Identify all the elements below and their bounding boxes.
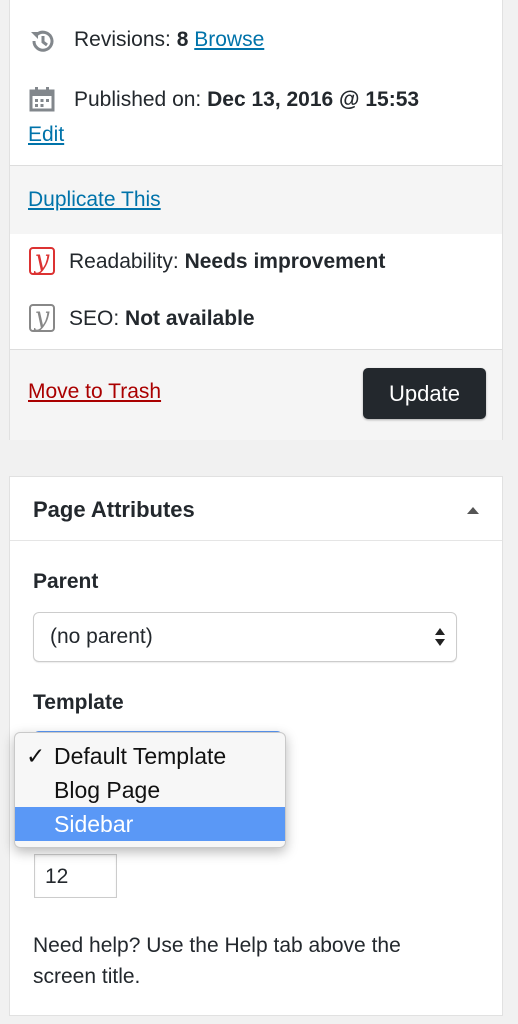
template-option-blog-page[interactable]: Blog Page bbox=[15, 773, 285, 807]
published-date: Dec 13, 2016 @ 15:53 bbox=[207, 88, 420, 111]
order-input[interactable]: 12 bbox=[34, 854, 117, 898]
parent-select-value: (no parent) bbox=[50, 625, 153, 648]
edit-date-link[interactable]: Edit bbox=[28, 123, 64, 147]
page-attributes-header[interactable]: Page Attributes bbox=[10, 477, 502, 541]
seo-yoast-icon: y bbox=[29, 304, 55, 332]
parent-select[interactable]: (no parent) bbox=[33, 612, 457, 662]
readability-value: Needs improvement bbox=[184, 250, 386, 273]
help-text: Need help? Use the Help tab above the sc… bbox=[33, 930, 401, 992]
browse-revisions-link[interactable]: Browse bbox=[194, 28, 264, 51]
readability-row: Readability: Needs improvement bbox=[69, 250, 385, 274]
collapse-toggle-icon[interactable] bbox=[465, 504, 481, 516]
calendar-icon bbox=[29, 87, 55, 112]
duplicate-this-link[interactable]: Duplicate This bbox=[28, 188, 161, 212]
order-input-value: 12 bbox=[45, 865, 69, 888]
published-row: Published on: Dec 13, 2016 @ 15:53 bbox=[74, 88, 419, 112]
select-arrows-icon bbox=[435, 628, 445, 646]
seo-row: SEO: Not available bbox=[69, 307, 255, 331]
readability-yoast-icon: y bbox=[29, 247, 55, 275]
move-to-trash-link[interactable]: Move to Trash bbox=[28, 380, 161, 404]
revisions-history-icon bbox=[31, 30, 54, 52]
help-text-line-1: Need help? Use the Help tab above the bbox=[33, 934, 401, 957]
template-option-sidebar[interactable]: Sidebar bbox=[15, 807, 285, 841]
revisions-label: Revisions: bbox=[74, 28, 171, 51]
template-option-label: Default Template bbox=[54, 743, 227, 769]
duplicate-section: Duplicate This bbox=[10, 165, 502, 234]
update-button[interactable]: Update bbox=[363, 368, 486, 419]
seo-value: Not available bbox=[125, 307, 255, 330]
template-option-label: Blog Page bbox=[54, 777, 161, 803]
template-option-label: Sidebar bbox=[54, 811, 134, 837]
page-attributes-title: Page Attributes bbox=[33, 497, 195, 522]
help-text-line-2: screen title. bbox=[33, 965, 141, 988]
revisions-row: Revisions: 8 Browse bbox=[74, 28, 264, 52]
seo-label: SEO: bbox=[69, 307, 120, 330]
major-publishing-actions: Move to Trash Update bbox=[10, 349, 502, 440]
publish-box: Revisions: 8 Browse Published on: Dec 13… bbox=[9, 0, 503, 440]
template-dropdown-menu: ✓ Default Template Blog Page Sidebar bbox=[14, 732, 286, 848]
readability-label: Readability: bbox=[69, 250, 179, 273]
published-label: Published on: bbox=[74, 88, 202, 111]
revisions-count: 8 bbox=[176, 28, 189, 51]
template-option-default[interactable]: ✓ Default Template bbox=[15, 739, 285, 773]
checkmark-icon: ✓ bbox=[26, 743, 46, 769]
parent-label: Parent bbox=[33, 570, 99, 593]
template-label: Template bbox=[33, 691, 124, 714]
